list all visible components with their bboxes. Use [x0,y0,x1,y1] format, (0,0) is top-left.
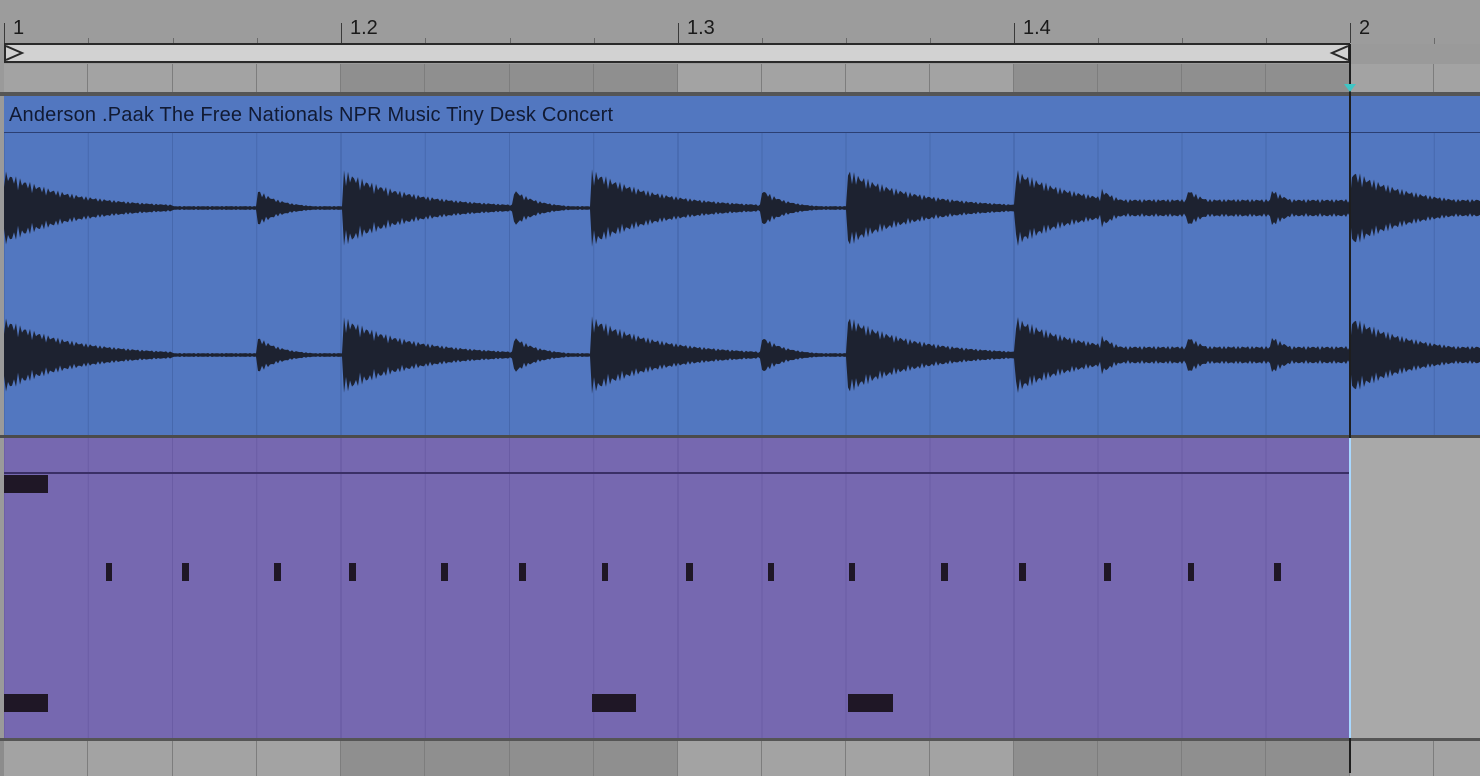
grid-cell [88,64,173,92]
grid-cell [678,64,762,92]
bar-label-1: 1 [13,17,25,39]
waveform-channel [4,316,1480,394]
midi-note[interactable] [1188,563,1194,581]
grid-cell [1266,741,1350,776]
grid-cell [4,64,89,92]
grid-cell [1098,741,1182,776]
grid-cell [172,741,257,776]
midi-note[interactable] [1274,563,1281,581]
midi-note[interactable] [106,563,112,581]
grid-cell [930,741,1014,776]
grid-cell [846,741,930,776]
beat-grid-strip[interactable] [0,64,1480,92]
midi-note[interactable] [592,694,636,712]
grid-cell [1434,741,1480,776]
bar-tick [1350,23,1351,43]
midi-note[interactable] [1104,563,1111,581]
sub-tick [1434,38,1436,44]
grid-cell [172,64,257,92]
audio-clip[interactable]: Anderson .Paak The Free Nationals NPR Mu… [4,96,1480,436]
bottom-grid-strip [0,738,1480,776]
waveform-channel [4,169,1480,247]
grid-cell [509,64,594,92]
playhead-marker-icon[interactable] [1344,84,1356,92]
midi-note[interactable] [441,563,448,581]
grid-cell [341,64,426,92]
grid-cell [4,741,89,776]
midi-note[interactable] [519,563,526,581]
audio-waveform [4,169,1480,394]
midi-note[interactable] [849,563,855,581]
grid-cell [762,64,846,92]
midi-note[interactable] [602,563,608,581]
grid-cell [1266,64,1350,92]
timeline-ruler[interactable]: 1 1.2 1.3 1.4 2 [0,0,1480,44]
bar-label-2: 2 [1359,17,1371,39]
midi-note[interactable] [4,694,48,712]
bar-label-1-2: 1.2 [350,17,378,39]
bar-label-1-4: 1.4 [1023,17,1051,39]
grid-cell [509,741,594,776]
bar-tick [4,23,5,43]
midi-note[interactable] [182,563,189,581]
grid-cell [88,741,173,776]
clip-name: Anderson .Paak The Free Nationals NPR Mu… [9,104,614,126]
grid-cell [256,64,341,92]
grid-cell [256,741,341,776]
grid-cell [846,64,930,92]
midi-note[interactable] [1019,563,1026,581]
midi-note[interactable] [349,563,356,581]
grid-cell [1182,64,1266,92]
bar-tick [341,23,342,43]
grid-cell [341,741,426,776]
grid-cell [425,741,510,776]
empty-clip-slot[interactable] [1350,438,1480,738]
midi-clip[interactable] [4,438,1350,738]
midi-note[interactable] [941,563,948,581]
grid-cell [930,64,1014,92]
loop-start-marker-icon[interactable] [6,45,26,61]
grid-cell [1434,64,1480,92]
midi-note[interactable] [768,563,774,581]
bar-label-1-3: 1.3 [687,17,715,39]
midi-note[interactable] [274,563,281,581]
midi-grid-lines [4,438,1350,738]
grid-cell [1182,741,1266,776]
grid-cell [593,741,678,776]
midi-clip-header[interactable] [4,438,1350,474]
midi-note[interactable] [4,475,48,493]
grid-cell [762,741,846,776]
grid-cell [593,64,678,92]
audio-clip-header[interactable]: Anderson .Paak The Free Nationals NPR Mu… [4,96,1480,133]
grid-cell [1350,741,1435,776]
loop-brace[interactable] [4,43,1350,63]
loop-end-marker-icon[interactable] [1328,45,1348,61]
grid-cell [1098,64,1182,92]
midi-note[interactable] [686,563,693,581]
grid-cell [678,741,762,776]
midi-note[interactable] [848,694,893,712]
bar-tick [678,23,679,43]
grid-cell [1014,741,1098,776]
grid-cell [425,64,510,92]
bar-tick [1014,23,1015,43]
grid-cell [1350,64,1435,92]
playhead-line-highlight [1349,438,1351,738]
grid-cell [1014,64,1098,92]
